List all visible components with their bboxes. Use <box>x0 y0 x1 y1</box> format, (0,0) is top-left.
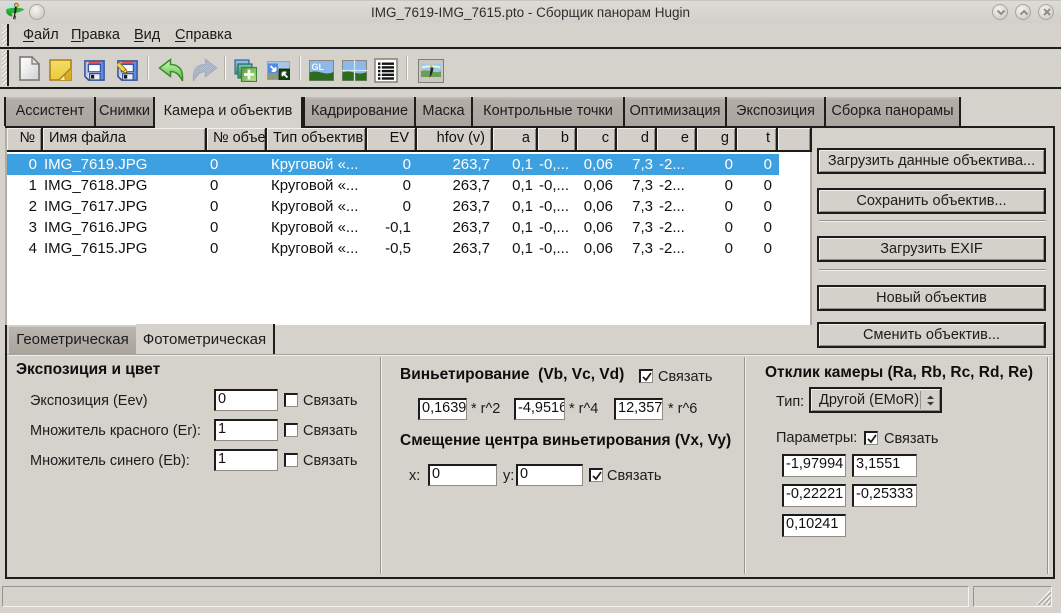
svg-text:GL: GL <box>312 62 325 72</box>
